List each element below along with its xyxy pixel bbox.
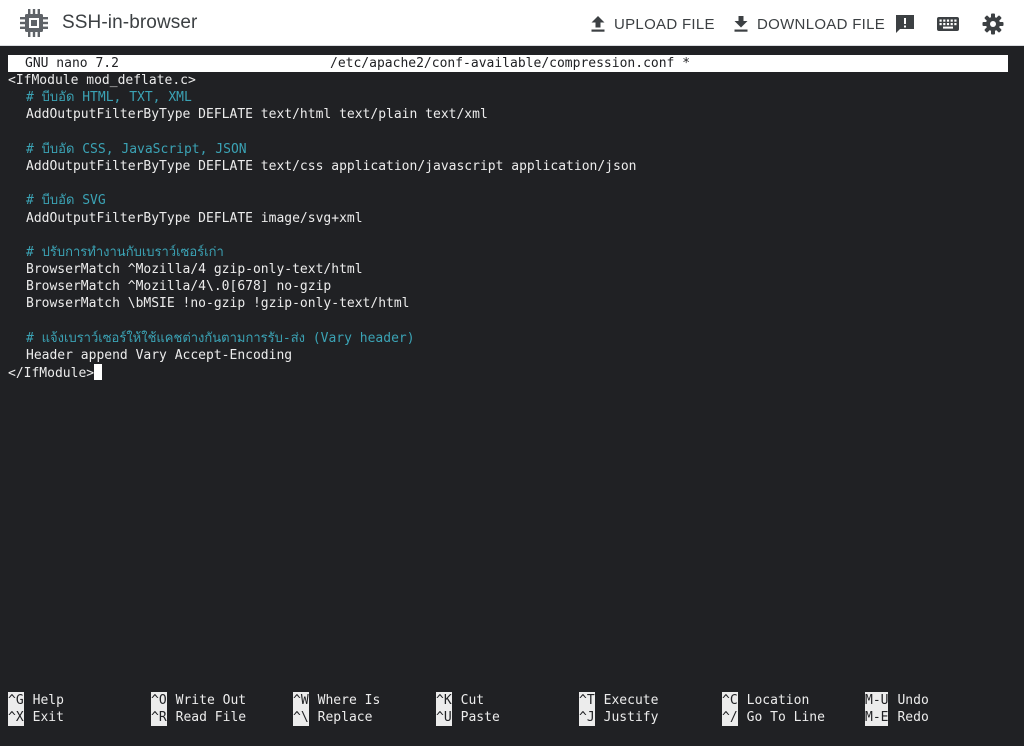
line-text: # บีบอัด HTML, TXT, XML <box>26 90 192 106</box>
shortcut-label: Cut <box>460 693 485 708</box>
shortcut-key: ^T <box>579 692 595 709</box>
app-bar: SSH-in-browser UPLOAD FILE DOWNLOAD FILE <box>0 0 1024 46</box>
shortcut-label: Exit <box>32 710 64 725</box>
shortcut-key: ^O <box>151 692 167 709</box>
shortcut-item[interactable]: M-U Undo <box>865 692 929 709</box>
text-cursor <box>94 364 103 381</box>
shortcut-item[interactable]: ^U Paste <box>436 709 500 726</box>
app-title: SSH-in-browser <box>62 12 198 33</box>
shortcut-label: Justify <box>603 710 659 725</box>
shortcut-label: Where Is <box>317 693 381 708</box>
terminal[interactable]: GNU nano 7.2 /etc/apache2/conf-available… <box>0 46 1024 746</box>
line-text: # แจ้งเบราว์เซอร์ให้ใช้แคชต่างกันตามการร… <box>26 330 415 346</box>
download-file-button[interactable]: DOWNLOAD FILE <box>733 12 885 36</box>
line-text: <IfModule mod_deflate.c> <box>8 73 196 88</box>
shortcut-item[interactable]: ^O Write Out <box>151 692 246 709</box>
upload-icon <box>591 16 605 32</box>
shortcut-key: M-E <box>865 709 889 726</box>
download-file-label: DOWNLOAD FILE <box>757 15 886 33</box>
shortcut-item[interactable]: ^J Justify <box>579 709 658 726</box>
comment-line: # บีบอัด SVG <box>8 192 1008 209</box>
line-text: AddOutputFilterByType DEFLATE image/svg+… <box>26 210 363 226</box>
shortcut-key: M-U <box>865 692 889 709</box>
shortcut-label: Execute <box>603 693 659 708</box>
shortcut-label: Replace <box>317 710 373 725</box>
line-text: # บีบอัด CSS, JavaScript, JSON <box>26 141 247 157</box>
shortcut-key: ^K <box>436 692 452 709</box>
shortcut-item[interactable]: ^\ Replace <box>293 709 372 726</box>
line-text: BrowserMatch ^Mozilla/4 gzip-only-text/h… <box>26 262 363 278</box>
line-text: Header append Vary Accept-Encoding <box>26 348 293 363</box>
code-line: Header append Vary Accept-Encoding <box>8 347 1008 364</box>
shortcut-label: Help <box>32 693 64 708</box>
code-line: BrowserMatch \bMSIE !no-gzip !gzip-only-… <box>8 295 1008 312</box>
shortcut-item[interactable]: ^T Execute <box>579 692 658 709</box>
code-line: BrowserMatch ^Mozilla/4 gzip-only-text/h… <box>8 261 1008 278</box>
editor-buffer[interactable]: <IfModule mod_deflate.c> # บีบอัด HTML, T… <box>8 72 1008 381</box>
shortcut-label: Write Out <box>175 693 247 708</box>
code-line: AddOutputFilterByType DEFLATE text/css a… <box>8 158 1008 175</box>
shortcut-label: Go To Line <box>746 710 825 725</box>
comment-line: # ปรับการทำงานกับเบราว์เซอร์เก่า <box>8 244 1008 261</box>
upload-file-button[interactable]: UPLOAD FILE <box>590 12 715 36</box>
comment-line: # บีบอัด CSS, JavaScript, JSON <box>8 141 1008 158</box>
upload-file-label: UPLOAD FILE <box>614 15 715 33</box>
comment-line: # แจ้งเบราว์เซอร์ให้ใช้แคชต่างกันตามการร… <box>8 330 1008 347</box>
comment-line: # บีบอัด HTML, TXT, XML <box>8 89 1008 106</box>
line-text: </IfModule> <box>8 366 95 382</box>
shortcut-key: ^U <box>436 709 452 726</box>
line-text: BrowserMatch ^Mozilla/4\.0[678] no-gzip <box>26 279 332 295</box>
shortcut-label: Location <box>746 693 810 708</box>
shortcut-item[interactable]: ^/ Go To Line <box>722 709 825 726</box>
shortcut-item[interactable]: ^K Cut <box>436 692 484 709</box>
shortcut-label: Read File <box>175 710 247 725</box>
shortcut-key: ^/ <box>722 709 738 726</box>
shortcut-key: ^J <box>579 709 595 726</box>
nano-title-bar: GNU nano 7.2 /etc/apache2/conf-available… <box>8 55 1008 72</box>
shortcut-item[interactable]: ^W Where Is <box>293 692 380 709</box>
shortcut-row: ^G Help ^O Write Out ^W Where Is ^K Cut ^T Execut… <box>8 692 1008 709</box>
code-line: AddOutputFilterByType DEFLATE image/svg+… <box>8 210 1008 227</box>
line-text: AddOutputFilterByType DEFLATE text/html … <box>26 107 488 123</box>
settings-icon[interactable] <box>981 12 1005 36</box>
shortcut-item[interactable]: ^G Help <box>8 692 64 709</box>
keyboard-icon[interactable] <box>936 12 960 36</box>
shortcut-key: ^\ <box>293 709 309 726</box>
line-text: # บีบอัด SVG <box>26 193 106 209</box>
shortcut-label: Undo <box>897 693 929 708</box>
shortcut-key: ^R <box>151 709 167 726</box>
code-line: BrowserMatch ^Mozilla/4\.0[678] no-gzip <box>8 278 1008 295</box>
shortcut-key: ^W <box>293 692 309 709</box>
feedback-icon[interactable] <box>893 12 917 36</box>
line-text: AddOutputFilterByType DEFLATE text/css a… <box>26 158 637 174</box>
shortcut-label: Redo <box>897 710 929 725</box>
line-text: # ปรับการทำงานกับเบราว์เซอร์เก่า <box>26 244 224 260</box>
shortcut-item[interactable]: ^X Exit <box>8 709 64 726</box>
shortcut-label: Paste <box>460 710 500 725</box>
shortcut-item[interactable]: ^C Location <box>722 692 809 709</box>
shortcut-key: ^G <box>8 692 24 709</box>
shortcut-item[interactable]: M-E Redo <box>865 709 929 726</box>
nano-version: GNU nano 7.2 <box>25 56 119 71</box>
shortcut-item[interactable]: ^R Read File <box>151 709 246 726</box>
chip-logo-icon <box>20 9 48 37</box>
download-icon <box>734 16 748 32</box>
shortcut-bar: ^G Help ^O Write Out ^W Where Is ^K Cut ^T Execut… <box>8 692 1008 726</box>
file-path: /etc/apache2/conf-available/compression.… <box>330 56 691 71</box>
code-line: AddOutputFilterByType DEFLATE text/html … <box>8 106 1008 123</box>
shortcut-key: ^X <box>8 709 24 726</box>
code-line: <IfModule mod_deflate.c> <box>8 72 1008 89</box>
line-text: BrowserMatch \bMSIE !no-gzip !gzip-only-… <box>26 296 410 312</box>
shortcut-key: ^C <box>722 692 738 709</box>
code-line: </IfModule> <box>8 364 1008 381</box>
shortcut-row: ^X Exit ^R Read File ^\ Replace ^U Paste ^J Justi… <box>8 709 1008 726</box>
